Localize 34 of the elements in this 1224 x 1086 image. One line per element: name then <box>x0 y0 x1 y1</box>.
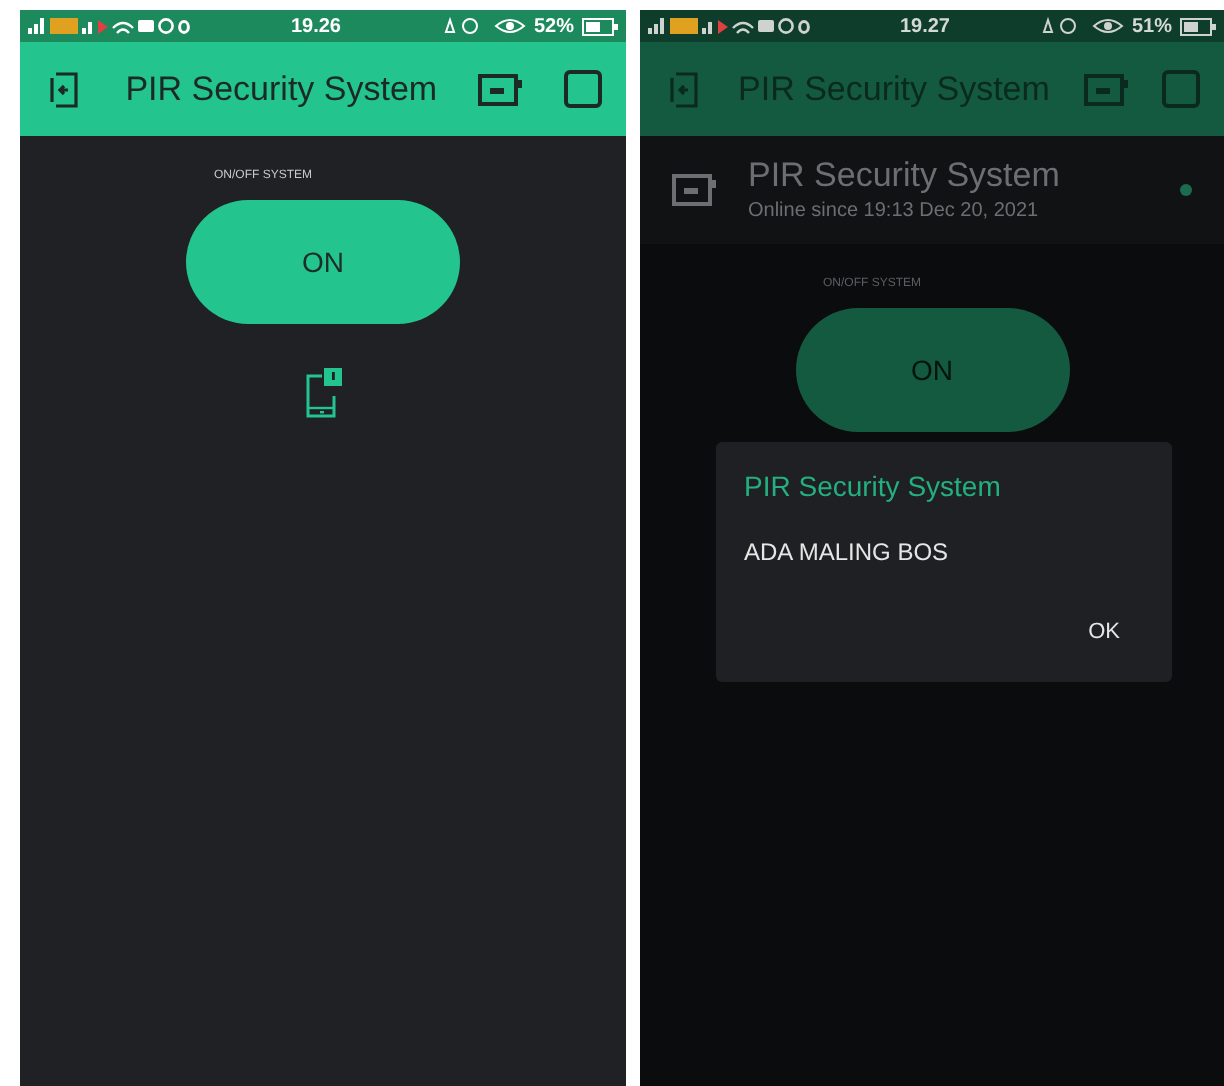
device-status: Online since 19:13 Dec 20, 2021 <box>748 198 1041 227</box>
battery-icon <box>1179 17 1216 35</box>
device-name: PIR Security System <box>748 153 1062 197</box>
carrier-icon <box>50 18 78 34</box>
square-button[interactable] <box>563 70 602 108</box>
status-time: 19.27 <box>899 13 950 41</box>
chat-icon <box>158 18 174 34</box>
arrow-icon <box>718 19 728 33</box>
signal-icon <box>648 18 666 34</box>
ring-icon <box>798 19 810 33</box>
battery-percent: 52% <box>533 13 574 41</box>
carrier-icon <box>670 18 698 34</box>
dialog-message: ADA MALING BOS <box>744 536 951 570</box>
battery-icon <box>581 17 618 35</box>
signal-icon <box>82 19 94 33</box>
wifi-icon <box>112 19 134 33</box>
on-off-button[interactable]: ON <box>186 200 460 324</box>
battery-percent: 51% <box>1131 13 1172 41</box>
app-title: PIR Security System <box>125 67 438 112</box>
signal-icon <box>702 19 714 33</box>
arrow-icon <box>98 19 108 33</box>
dialog-title: PIR Security System <box>744 468 1003 506</box>
status-time: 19.26 <box>290 13 341 41</box>
signal-icon <box>28 18 46 34</box>
video-icon <box>758 20 774 32</box>
exit-icon[interactable] <box>44 69 84 109</box>
phone-notification-icon <box>303 368 343 420</box>
ring-icon <box>178 19 190 33</box>
chat-icon <box>778 18 794 34</box>
eye-icon <box>1091 16 1124 36</box>
eye-icon <box>493 16 526 36</box>
ok-button[interactable]: OK <box>1088 616 1120 649</box>
video-icon <box>138 20 154 32</box>
wifi-icon <box>732 19 754 33</box>
